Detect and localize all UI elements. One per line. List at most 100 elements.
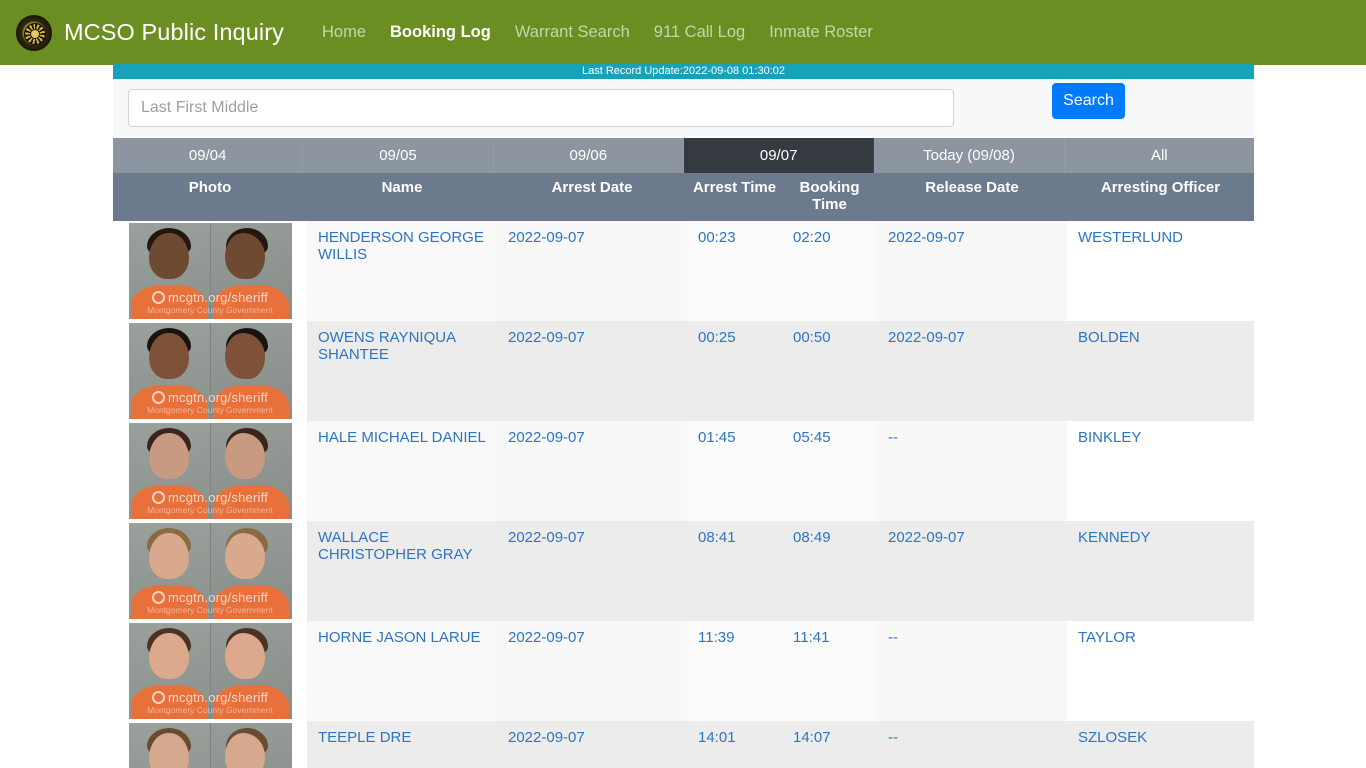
table-cell-arresting-officer-link[interactable]: SZLOSEK xyxy=(1078,729,1147,746)
table-cell-arrest-time: 01:45 xyxy=(687,421,782,521)
table-cell-arrest-date-link[interactable]: 2022-09-07 xyxy=(508,329,585,346)
table-cell-release-date-link[interactable]: -- xyxy=(888,629,898,646)
table-cell-arrest-date-link[interactable]: 2022-09-07 xyxy=(508,429,585,446)
sheriff-seal-icon xyxy=(16,14,52,51)
mugshot-image[interactable]: mcgtn.org/sheriffMontgomery County Gover… xyxy=(128,223,292,319)
mugshot-front-view xyxy=(128,523,210,619)
table-cell-name: TEEPLE DRE xyxy=(307,721,497,768)
nav-link-home[interactable]: Home xyxy=(310,23,378,42)
table-cell-release-date-link[interactable]: -- xyxy=(888,729,898,746)
mugshot-front-view xyxy=(128,323,210,419)
table-cell-name-link[interactable]: HENDERSON GEORGE WILLIS xyxy=(318,229,484,263)
mugshot-profile-view xyxy=(210,523,292,619)
mugshot-profile-view xyxy=(210,623,292,719)
table-cell-booking-time-link[interactable]: 08:49 xyxy=(793,529,831,546)
column-header-booking-time[interactable]: Booking Time xyxy=(782,173,877,221)
table-cell-arrest-date: 2022-09-07 xyxy=(497,521,687,621)
mugshot-image[interactable]: mcgtn.org/sheriffMontgomery County Gover… xyxy=(128,323,292,419)
top-navbar: MCSO Public Inquiry Home Booking Log War… xyxy=(0,0,1366,65)
table-cell-arresting-officer-link[interactable]: BINKLEY xyxy=(1078,429,1141,446)
table-cell-booking-time: 08:49 xyxy=(782,521,877,621)
nav-links: Home Booking Log Warrant Search 911 Call… xyxy=(310,23,885,42)
table-cell-release-date-link[interactable]: 2022-09-07 xyxy=(888,529,965,546)
date-tab-0904[interactable]: 09/04 xyxy=(113,138,304,173)
date-tab-0907[interactable]: 09/07 xyxy=(683,138,875,173)
table-cell-arrest-date-link[interactable]: 2022-09-07 xyxy=(508,629,585,646)
date-tab-0906[interactable]: 09/06 xyxy=(494,138,684,173)
table-cell-arresting-officer: KENNEDY xyxy=(1067,521,1254,621)
table-cell-booking-time: 11:41 xyxy=(782,621,877,721)
booking-log-table: Photo Name Arrest Date Arrest Time Booki… xyxy=(113,173,1254,768)
mugshot-image[interactable]: mcgtn.org/sheriffMontgomery County Gover… xyxy=(128,723,292,768)
table-cell-arrest-time: 14:01 xyxy=(687,721,782,768)
date-tab-bar: 09/04 09/05 09/06 09/07 Today (09/08) Al… xyxy=(113,138,1254,173)
table-cell-booking-time: 02:20 xyxy=(782,221,877,321)
column-header-arrest-date[interactable]: Arrest Date xyxy=(497,173,687,221)
table-cell-arrest-time-link[interactable]: 11:39 xyxy=(698,629,734,646)
date-tab-0905[interactable]: 09/05 xyxy=(303,138,494,173)
table-cell-arresting-officer: WESTERLUND xyxy=(1067,221,1254,321)
table-cell-arresting-officer: BOLDEN xyxy=(1067,321,1254,421)
nav-link-inmate-roster[interactable]: Inmate Roster xyxy=(757,23,885,42)
table-cell-arrest-time-link[interactable]: 00:25 xyxy=(698,329,736,346)
table-cell-release-date: 2022-09-07 xyxy=(877,521,1067,621)
column-header-name[interactable]: Name xyxy=(307,173,497,221)
mugshot-image[interactable]: mcgtn.org/sheriffMontgomery County Gover… xyxy=(128,423,292,519)
table-cell-arrest-date-link[interactable]: 2022-09-07 xyxy=(508,229,585,246)
mugshot-profile-view xyxy=(210,323,292,419)
table-cell-arresting-officer-link[interactable]: KENNEDY xyxy=(1078,529,1151,546)
table-cell-release-date-link[interactable]: 2022-09-07 xyxy=(888,329,965,346)
column-header-photo[interactable]: Photo xyxy=(113,173,307,221)
table-cell-photo: mcgtn.org/sheriffMontgomery County Gover… xyxy=(113,321,307,421)
mugshot-image[interactable]: mcgtn.org/sheriffMontgomery County Gover… xyxy=(128,623,292,719)
table-row: mcgtn.org/sheriffMontgomery County Gover… xyxy=(113,621,1254,721)
table-cell-arrest-time-link[interactable]: 00:23 xyxy=(698,229,736,246)
column-header-arrest-time[interactable]: Arrest Time xyxy=(687,173,782,221)
date-tab-today[interactable]: Today (09/08) xyxy=(874,138,1065,173)
table-cell-booking-time-link[interactable]: 05:45 xyxy=(793,429,831,446)
table-cell-arrest-time-link[interactable]: 14:01 xyxy=(698,729,736,746)
nav-link-booking-log[interactable]: Booking Log xyxy=(378,23,503,42)
table-cell-arrest-date-link[interactable]: 2022-09-07 xyxy=(508,729,585,746)
table-cell-name: WALLACE CHRISTOPHER GRAY xyxy=(307,521,497,621)
table-cell-release-date-link[interactable]: 2022-09-07 xyxy=(888,229,965,246)
table-cell-name-link[interactable]: WALLACE CHRISTOPHER GRAY xyxy=(318,529,472,563)
table-cell-name: OWENS RAYNIQUA SHANTEE xyxy=(307,321,497,421)
mugshot-profile-view xyxy=(210,423,292,519)
table-cell-arrest-time-link[interactable]: 08:41 xyxy=(698,529,736,546)
nav-link-warrant-search[interactable]: Warrant Search xyxy=(503,23,642,42)
table-cell-booking-time-link[interactable]: 00:50 xyxy=(793,329,831,346)
table-cell-booking-time: 05:45 xyxy=(782,421,877,521)
mugshot-front-view xyxy=(128,223,210,319)
mugshot-front-view xyxy=(128,623,210,719)
table-cell-arresting-officer-link[interactable]: BOLDEN xyxy=(1078,329,1140,346)
table-cell-arrest-time: 00:23 xyxy=(687,221,782,321)
table-cell-photo: mcgtn.org/sheriffMontgomery County Gover… xyxy=(113,421,307,521)
table-cell-release-date: 2022-09-07 xyxy=(877,321,1067,421)
table-row: mcgtn.org/sheriffMontgomery County Gover… xyxy=(113,321,1254,421)
table-cell-booking-time-link[interactable]: 14:07 xyxy=(793,729,831,746)
table-cell-booking-time-link[interactable]: 11:41 xyxy=(793,629,829,646)
date-tab-all[interactable]: All xyxy=(1065,138,1254,173)
table-cell-arrest-time-link[interactable]: 01:45 xyxy=(698,429,736,446)
search-button[interactable]: Search xyxy=(1052,83,1125,119)
table-cell-name-link[interactable]: TEEPLE DRE xyxy=(318,729,411,746)
search-input[interactable] xyxy=(128,88,954,127)
table-cell-arresting-officer-link[interactable]: WESTERLUND xyxy=(1078,229,1183,246)
table-row: mcgtn.org/sheriffMontgomery County Gover… xyxy=(113,521,1254,621)
table-cell-arrest-date: 2022-09-07 xyxy=(497,621,687,721)
table-cell-photo: mcgtn.org/sheriffMontgomery County Gover… xyxy=(113,721,307,768)
table-cell-arrest-date-link[interactable]: 2022-09-07 xyxy=(508,529,585,546)
column-header-release-date[interactable]: Release Date xyxy=(877,173,1067,221)
table-cell-booking-time-link[interactable]: 02:20 xyxy=(793,229,831,246)
nav-link-911-call-log[interactable]: 911 Call Log xyxy=(642,23,757,42)
table-cell-name-link[interactable]: HORNE JASON LARUE xyxy=(318,629,481,646)
table-cell-name-link[interactable]: HALE MICHAEL DANIEL xyxy=(318,429,486,446)
column-header-arresting-officer[interactable]: Arresting Officer xyxy=(1067,173,1254,221)
table-cell-release-date-link[interactable]: -- xyxy=(888,429,898,446)
table-cell-arresting-officer-link[interactable]: TAYLOR xyxy=(1078,629,1136,646)
mugshot-image[interactable]: mcgtn.org/sheriffMontgomery County Gover… xyxy=(128,523,292,619)
table-cell-name-link[interactable]: OWENS RAYNIQUA SHANTEE xyxy=(318,329,455,363)
table-cell-arresting-officer: BINKLEY xyxy=(1067,421,1254,521)
table-cell-arrest-time: 08:41 xyxy=(687,521,782,621)
